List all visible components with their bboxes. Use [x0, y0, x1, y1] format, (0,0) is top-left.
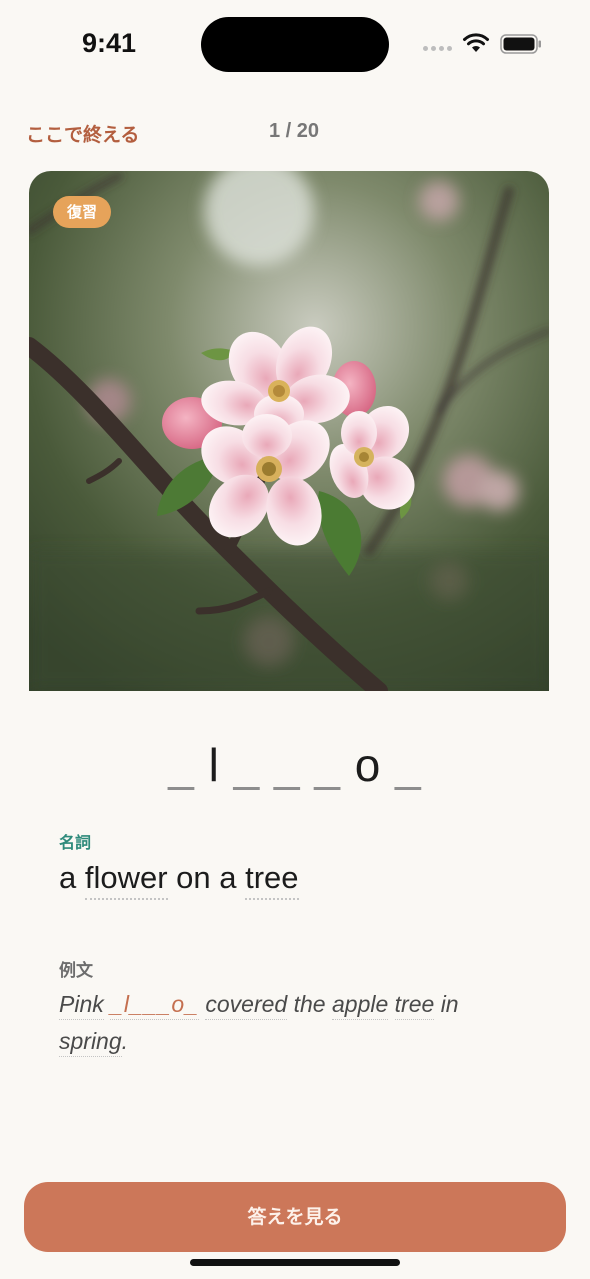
example-word-link[interactable]: Pink [59, 991, 104, 1020]
definition-word-link[interactable]: tree [245, 860, 299, 900]
example-label: 例文 [59, 961, 93, 981]
status-time: 9:41 [82, 28, 137, 58]
home-indicator [190, 1259, 400, 1266]
hint-letter: _ [314, 739, 341, 791]
definition-text: a flower on a tree [59, 860, 299, 900]
reveal-answer-button[interactable]: 答えを見る [24, 1182, 566, 1252]
word-hint: _ l _ _ _ o _ [0, 738, 590, 792]
definition-word-link[interactable]: flower [84, 860, 168, 900]
hint-letter: l [208, 739, 220, 791]
word-image-card: 復習 [29, 171, 549, 691]
cellular-signal-icon [423, 46, 452, 51]
example-word-link[interactable]: covered [205, 991, 288, 1020]
example-sentence: Pink _l___o_ covered the apple tree in s… [59, 986, 529, 1060]
definition-fragment: a [59, 860, 85, 895]
example-word-link[interactable]: spring [59, 1028, 122, 1057]
status-bar: 9:41 [0, 0, 590, 90]
hint-letter: _ [168, 739, 195, 791]
example-word: in [440, 991, 459, 1017]
wifi-icon [463, 33, 489, 52]
hint-letter: _ [395, 739, 422, 791]
part-of-speech-label: 名詞 [59, 833, 92, 852]
end-session-button[interactable]: ここで終える [26, 120, 139, 147]
example-word: the [293, 991, 326, 1017]
flashcard-screen: 9:41 ここで終える 1 / 20 復習 _ l _ _ _ o _ 名詞 a… [0, 0, 590, 1279]
example-target-word: _l___o_ [110, 991, 199, 1020]
hint-letter: _ [274, 739, 301, 791]
review-badge: 復習 [53, 196, 112, 228]
definition-fragment: on a [167, 860, 246, 895]
dynamic-island [201, 17, 389, 72]
battery-icon [500, 34, 541, 54]
hint-letter: _ [233, 739, 261, 791]
example-punctuation: . [121, 1028, 129, 1054]
example-word-link[interactable]: apple [331, 991, 389, 1020]
hint-letter: o [354, 739, 382, 791]
apple-blossom-photo [29, 171, 549, 691]
progress-counter: 1 / 20 [268, 120, 320, 142]
example-word-link[interactable]: tree [394, 991, 435, 1020]
